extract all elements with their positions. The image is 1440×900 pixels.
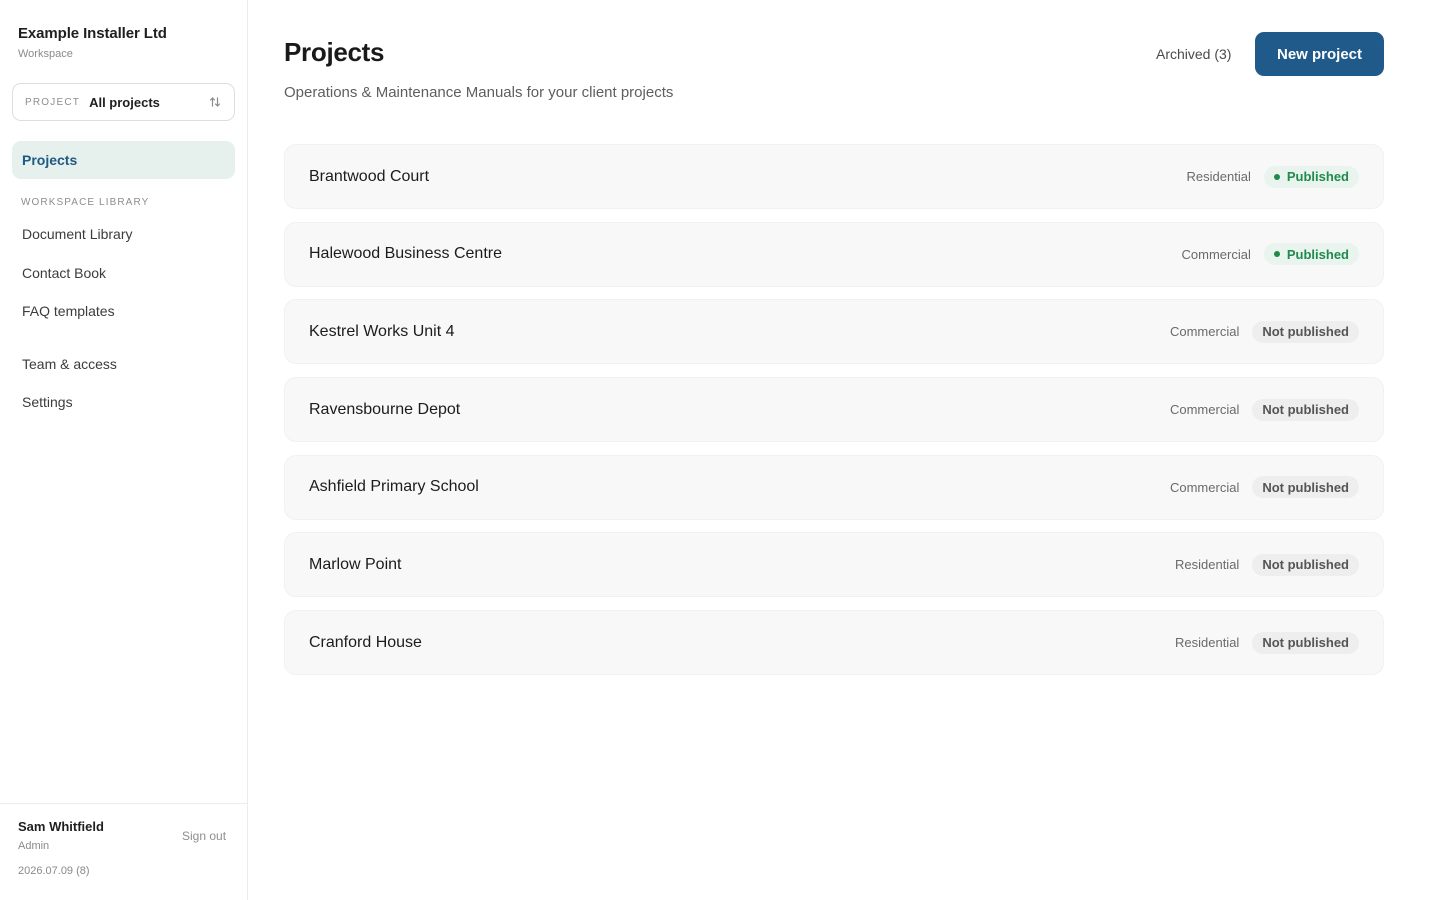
project-type: Commercial bbox=[1169, 402, 1240, 418]
status-badge: Published bbox=[1263, 165, 1359, 188]
sidebar-item-team-access[interactable]: Team & access bbox=[22, 356, 117, 372]
project-list: Brantwood Court Residential Published Ha… bbox=[284, 144, 1384, 688]
archived-projects-link[interactable]: Archived (3) bbox=[1156, 46, 1231, 62]
project-selector-value: All projects bbox=[89, 94, 160, 110]
project-row[interactable]: Ashfield Primary School Commercial Not p… bbox=[284, 454, 1384, 520]
project-type: Commercial bbox=[1181, 246, 1251, 262]
project-selector[interactable]: PROJECT All projects bbox=[12, 83, 235, 121]
workspace-name: Example Installer Ltd bbox=[18, 25, 167, 42]
project-type: Commercial bbox=[1169, 479, 1240, 495]
status-badge: Not published bbox=[1252, 631, 1359, 654]
workspace-header: Example Installer Ltd Workspace bbox=[18, 25, 167, 60]
project-name: Ashfield Primary School bbox=[309, 478, 479, 496]
status-label: Published bbox=[1286, 169, 1349, 184]
sort-arrows-icon bbox=[208, 95, 222, 109]
app-version: 2026.07.09 (8) bbox=[18, 865, 90, 877]
status-label: Not published bbox=[1262, 479, 1349, 495]
sidebar: Example Installer Ltd Workspace PROJECT … bbox=[0, 0, 248, 900]
page-title: Projects bbox=[284, 37, 385, 67]
status-badge: Not published bbox=[1252, 398, 1359, 421]
status-badge: Not published bbox=[1252, 553, 1359, 576]
section-label-workspace-library: WORKSPACE LIBRARY bbox=[21, 197, 150, 208]
project-row[interactable]: Ravensbourne Depot Commercial Not publis… bbox=[284, 377, 1384, 443]
project-name: Halewood Business Centre bbox=[309, 245, 502, 263]
workspace-label: Workspace bbox=[18, 48, 73, 60]
sidebar-item-settings[interactable]: Settings bbox=[22, 394, 73, 410]
sidebar-item-contact-book[interactable]: Contact Book bbox=[22, 265, 106, 281]
sidebar-item-document-library[interactable]: Document Library bbox=[22, 226, 133, 242]
sidebar-item-faq-templates[interactable]: FAQ templates bbox=[22, 303, 115, 319]
status-badge: Published bbox=[1263, 243, 1359, 266]
project-name: Brantwood Court bbox=[309, 167, 430, 185]
user-role: Admin bbox=[18, 840, 50, 852]
sign-out-link[interactable]: Sign out bbox=[182, 829, 226, 843]
project-name: Cranford House bbox=[309, 633, 422, 651]
status-badge: Not published bbox=[1252, 320, 1359, 343]
user-name: Sam Whitfield bbox=[18, 819, 104, 834]
page-subtitle: Operations & Maintenance Manuals for you… bbox=[284, 84, 674, 101]
project-row[interactable]: Brantwood Court Residential Published bbox=[284, 144, 1384, 209]
status-label: Not published bbox=[1262, 402, 1349, 418]
new-project-button[interactable]: New project bbox=[1255, 32, 1384, 76]
sidebar-item-projects[interactable]: Projects bbox=[12, 141, 235, 179]
status-label: Not published bbox=[1262, 324, 1349, 340]
project-type: Residential bbox=[1175, 635, 1240, 651]
project-row[interactable]: Kestrel Works Unit 4 Commercial Not publ… bbox=[284, 299, 1384, 365]
project-name: Ravensbourne Depot bbox=[309, 400, 461, 418]
status-label: Published bbox=[1286, 246, 1349, 262]
project-type: Commercial bbox=[1169, 324, 1240, 340]
status-dot-icon bbox=[1273, 173, 1280, 180]
project-type: Residential bbox=[1186, 169, 1251, 184]
status-label: Not published bbox=[1262, 635, 1349, 651]
sidebar-footer: Sam Whitfield Admin Sign out 2026.07.09 … bbox=[0, 803, 247, 900]
project-name: Marlow Point bbox=[309, 555, 402, 573]
status-badge: Not published bbox=[1252, 476, 1359, 499]
project-selector-label: PROJECT bbox=[25, 96, 81, 108]
project-type: Residential bbox=[1175, 557, 1240, 573]
status-label: Not published bbox=[1262, 557, 1349, 573]
status-dot-icon bbox=[1273, 251, 1280, 258]
project-name: Kestrel Works Unit 4 bbox=[309, 322, 455, 340]
project-row[interactable]: Cranford House Residential Not published bbox=[284, 610, 1384, 676]
project-row[interactable]: Marlow Point Residential Not published bbox=[284, 532, 1384, 598]
project-row[interactable]: Halewood Business Centre Commercial Publ… bbox=[284, 221, 1384, 287]
